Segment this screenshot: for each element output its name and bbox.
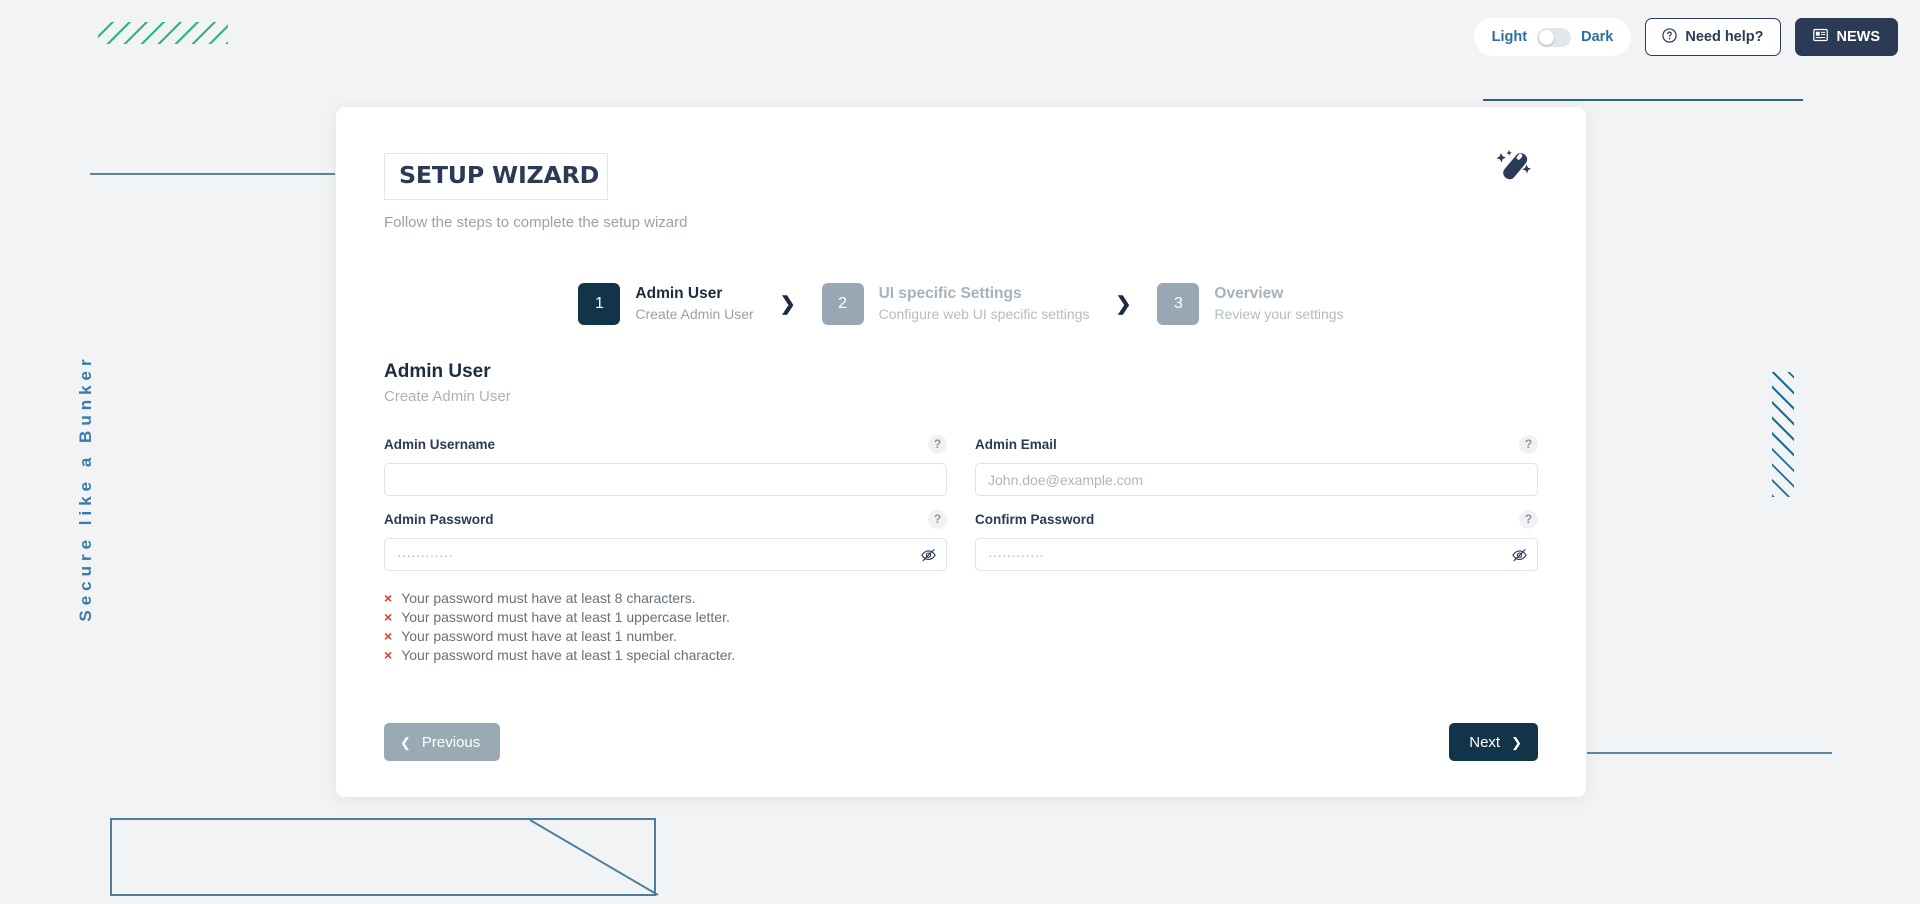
wizard-step-2-title: UI specific Settings	[878, 285, 1022, 303]
setup-wizard-card: SETUP WIZARD Follow the steps to complet…	[336, 107, 1586, 797]
wizard-step-2[interactable]: 2 UI specific Settings Configure web UI …	[821, 283, 1090, 325]
wizard-step-3[interactable]: 3 Overview Review your settings	[1157, 283, 1344, 325]
theme-toggle[interactable]: Light Dark	[1473, 18, 1632, 56]
wizard-step-1[interactable]: 1 Admin User Create Admin User	[578, 283, 754, 325]
wizard-step-1-badge: 1	[578, 283, 621, 325]
decorative-line-right-top	[1483, 99, 1803, 101]
wizard-stepper: 1 Admin User Create Admin User ❯ 2 UI sp…	[384, 283, 1538, 325]
admin-user-form: Admin Username ? Admin Email ? Admin Pas…	[384, 431, 1538, 571]
admin-username-label: Admin Username	[384, 436, 496, 452]
page-title: Admin User	[384, 361, 491, 382]
need-help-label: Need help?	[1685, 29, 1764, 45]
green-hatch-decoration	[98, 22, 228, 44]
theme-toggle-switch[interactable]	[1537, 27, 1572, 47]
top-bar: Light Dark Need help? NEWS	[1473, 18, 1898, 56]
chevron-right-icon: ❯	[1115, 293, 1132, 315]
theme-light-label: Light	[1491, 29, 1528, 45]
password-requirements-list: × Your password must have at least 8 cha…	[384, 588, 1538, 664]
field-admin-username: Admin Username ?	[384, 431, 947, 496]
wizard-step-3-title: Overview	[1214, 285, 1284, 303]
admin-password-input[interactable]	[384, 538, 947, 571]
news-card-icon	[1812, 28, 1828, 46]
admin-username-help-icon[interactable]: ?	[928, 434, 947, 454]
password-rule: × Your password must have at least 1 spe…	[384, 645, 1538, 664]
admin-password-eye-off-icon[interactable]	[920, 546, 937, 563]
question-circle-icon	[1662, 27, 1678, 47]
confirm-password-input[interactable]	[975, 538, 1538, 571]
invalid-mark-icon: ×	[384, 627, 393, 644]
wizard-step-3-desc: Review your settings	[1214, 305, 1344, 322]
chevron-right-icon: ❯	[779, 293, 796, 315]
password-rule-text: Your password must have at least 1 numbe…	[401, 627, 677, 644]
field-admin-email: Admin Email ?	[975, 431, 1538, 496]
wizard-step-2-desc: Configure web UI specific settings	[878, 305, 1090, 322]
field-admin-password: Admin Password ?	[384, 506, 947, 571]
confirm-password-help-icon[interactable]: ?	[1519, 509, 1538, 529]
setup-wizard-logo: SETUP WIZARD	[384, 153, 609, 200]
card-subtitle: Follow the steps to complete the setup w…	[384, 214, 688, 231]
news-label: NEWS	[1836, 29, 1881, 45]
decorative-rectangle	[110, 818, 656, 896]
invalid-mark-icon: ×	[384, 608, 393, 625]
theme-dark-label: Dark	[1581, 29, 1614, 45]
page-subtitle: Create Admin User	[384, 388, 511, 405]
password-rule: × Your password must have at least 1 upp…	[384, 607, 1538, 626]
setup-wizard-logo-text: SETUP WIZARD	[399, 163, 600, 189]
field-confirm-password: Confirm Password ?	[975, 506, 1538, 571]
admin-email-label: Admin Email	[975, 436, 1057, 452]
admin-password-help-icon[interactable]: ?	[928, 509, 947, 529]
decorative-line-left	[90, 173, 335, 175]
admin-username-input[interactable]	[384, 463, 947, 496]
need-help-button[interactable]: Need help?	[1645, 18, 1781, 56]
decorative-line-right-bottom	[1587, 752, 1832, 754]
wizard-step-1-title: Admin User	[635, 285, 723, 303]
admin-password-label: Admin Password	[384, 511, 494, 527]
previous-label: Previous	[421, 733, 481, 751]
previous-button[interactable]: ❮ Previous	[384, 723, 501, 761]
password-rule: × Your password must have at least 1 num…	[384, 626, 1538, 645]
confirm-password-eye-off-icon[interactable]	[1511, 546, 1528, 563]
admin-email-help-icon[interactable]: ?	[1519, 434, 1538, 454]
wizard-footer: ❮ Previous Next ❯	[384, 723, 1538, 761]
next-label: Next	[1469, 733, 1501, 751]
chevron-right-icon: ❯	[1511, 734, 1522, 750]
chevron-left-icon: ❮	[400, 734, 411, 750]
invalid-mark-icon: ×	[384, 589, 393, 606]
password-rule: × Your password must have at least 8 cha…	[384, 588, 1538, 607]
decorative-diagonal-line	[530, 820, 660, 896]
wizard-step-2-badge: 2	[821, 283, 864, 325]
password-rule-text: Your password must have at least 1 upper…	[401, 608, 730, 625]
next-button[interactable]: Next ❯	[1449, 723, 1538, 761]
invalid-mark-icon: ×	[384, 646, 393, 663]
news-button[interactable]: NEWS	[1794, 18, 1898, 56]
wizard-step-1-desc: Create Admin User	[635, 305, 754, 322]
confirm-password-label: Confirm Password	[975, 511, 1095, 527]
admin-email-input[interactable]	[975, 463, 1538, 496]
password-rule-text: Your password must have at least 1 speci…	[401, 646, 736, 663]
magic-wand-icon	[1492, 147, 1534, 194]
password-rule-text: Your password must have at least 8 chara…	[401, 589, 696, 606]
blue-hatch-decoration	[1772, 372, 1794, 497]
vertical-tagline: Secure like a Bunker	[76, 354, 95, 622]
wizard-step-3-badge: 3	[1157, 283, 1200, 325]
